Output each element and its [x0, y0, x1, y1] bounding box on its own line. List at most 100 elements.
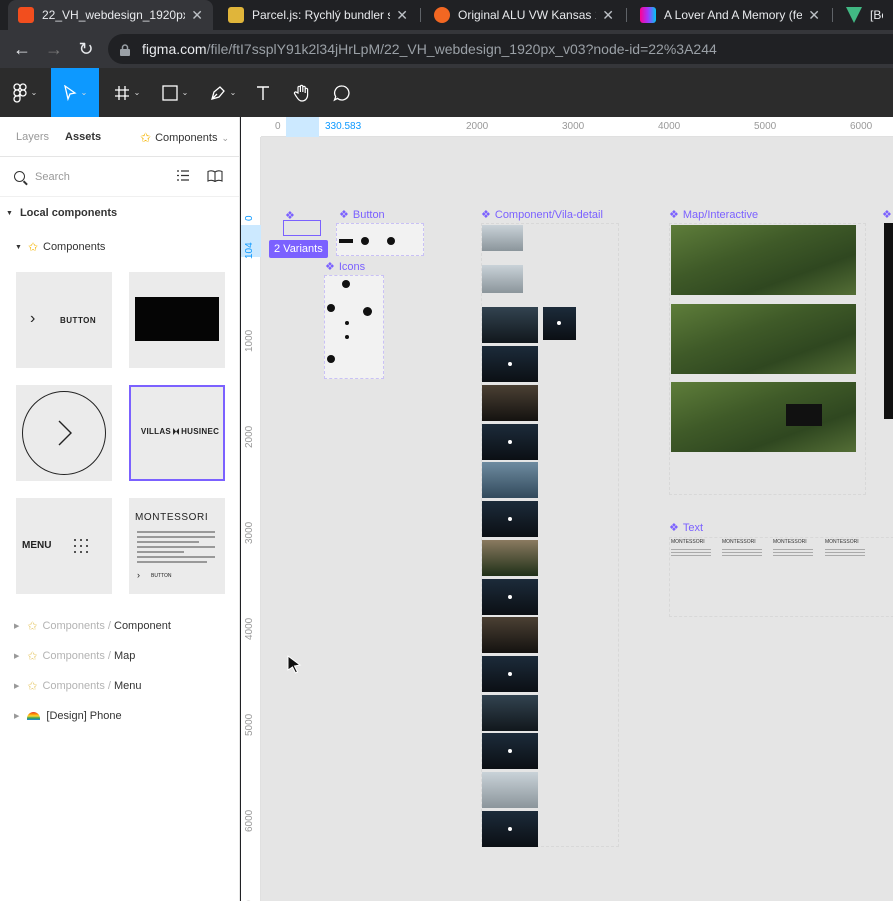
- frame-label-button[interactable]: ❖ Button: [339, 208, 385, 222]
- vila-thumbnail: [482, 225, 523, 251]
- ruler-tick: 4000: [658, 121, 681, 132]
- tools-icon: [228, 7, 244, 23]
- ruler-tick: 330.583: [325, 121, 362, 132]
- move-tool[interactable]: ⌄: [51, 68, 99, 117]
- url-path: /file/ftI7ssplY91k2l34jHrLpM/22_VH_webde…: [206, 41, 717, 57]
- tab-title: A Lover And A Memory (feat: [664, 8, 803, 22]
- browser-tab[interactable]: A Lover And A Memory (feat ✕: [630, 0, 830, 30]
- tab-separator: [832, 8, 833, 22]
- main-menu-button[interactable]: ⌄: [0, 68, 50, 117]
- list-view-icon[interactable]: [177, 170, 189, 181]
- vila-photo: [482, 772, 538, 808]
- tab-title: Parcel.js: Rychlý bundler s nulovou: [252, 8, 390, 22]
- icon-sample: [345, 321, 349, 325]
- ruler-tick: 2000: [244, 425, 255, 448]
- browser-tab[interactable]: 22_VH_webdesign_1920px_v03 ✕: [8, 0, 213, 30]
- selected-button-component[interactable]: [283, 220, 321, 236]
- frame-label-icons[interactable]: ❖ Icons: [325, 260, 365, 274]
- library-book-icon[interactable]: [207, 170, 223, 182]
- shape-tool[interactable]: ⌄: [152, 68, 198, 117]
- map-tooltip: [786, 404, 822, 426]
- chevron-down-icon: ⌄: [229, 88, 237, 97]
- mini-button-preview: [339, 239, 353, 243]
- star-icon: ✩: [140, 130, 152, 145]
- tab-layers[interactable]: Layers: [16, 131, 49, 143]
- play-dot: [508, 749, 512, 753]
- forward-icon[interactable]: →: [42, 38, 66, 60]
- frame-tool[interactable]: ⌄: [104, 68, 150, 117]
- chevron-down-icon: ⌄: [30, 88, 38, 97]
- frame-label-vila-detail[interactable]: ❖ Component/Vila-detail: [481, 208, 603, 222]
- thumb-button-label: BUTTON: [151, 573, 172, 579]
- caret-right-icon: ▶: [14, 623, 20, 630]
- ruler-tick: 2000: [466, 121, 489, 132]
- browser-tab[interactable]: Original ALU VW Kansas 16 ✕: [424, 0, 624, 30]
- text-lines-preview: [137, 531, 215, 563]
- cursor-arrow-icon: [63, 84, 77, 101]
- search-icon: [14, 171, 25, 182]
- tab-assets[interactable]: Assets: [65, 131, 101, 143]
- mini-circle: [387, 237, 395, 245]
- group-prefix: Components /: [42, 650, 111, 662]
- close-icon[interactable]: ✕: [191, 7, 203, 24]
- component-thumb-button[interactable]: › BUTTON: [16, 272, 112, 368]
- close-icon[interactable]: ✕: [602, 7, 614, 24]
- component-thumb-montessori[interactable]: MONTESSORI › BUTTON: [129, 498, 225, 594]
- group-components-menu[interactable]: ▶ ✩ Components / Menu: [0, 671, 240, 701]
- vila-photo: [482, 695, 538, 731]
- group-components-component[interactable]: ▶ ✩ Components / Component: [0, 611, 240, 641]
- group-prefix: Components /: [42, 620, 111, 632]
- component-set-icon: ❖: [882, 209, 892, 221]
- pen-tool[interactable]: ⌄: [200, 68, 246, 117]
- component-thumb-menu[interactable]: MENU: [16, 498, 112, 594]
- browser-tab[interactable]: Parcel.js: Rychlý bundler s nulovou ✕: [218, 0, 418, 30]
- comment-tool[interactable]: [328, 68, 356, 117]
- ruler-tick: 1000: [244, 329, 255, 352]
- vue-icon: [846, 7, 862, 23]
- back-icon[interactable]: ←: [10, 38, 34, 60]
- component-thumb-dark-card[interactable]: [129, 272, 225, 368]
- icon-sample: [345, 335, 349, 339]
- star-icon: ✩: [27, 649, 38, 663]
- vila-photo: [482, 617, 538, 653]
- ruler-tick: 5000: [754, 121, 777, 132]
- star-icon: ✩: [27, 619, 38, 633]
- design-canvas[interactable]: 0 330.583 2000 3000 4000 5000 6000 0 104…: [241, 117, 893, 901]
- library-selector[interactable]: ✩ Components ⌄: [140, 130, 229, 146]
- group-prefix: Components /: [42, 680, 111, 692]
- text-tool[interactable]: [250, 68, 276, 117]
- play-dot: [508, 595, 512, 599]
- text-block: MONTESSORI: [722, 539, 762, 556]
- tab-separator: [626, 8, 627, 22]
- play-dot: [508, 362, 512, 366]
- reload-icon[interactable]: ↻: [74, 38, 98, 60]
- components-group-header[interactable]: ▼ ✩ Components: [0, 229, 239, 265]
- ruler-corner: [241, 117, 261, 137]
- asset-search[interactable]: Search: [0, 157, 239, 197]
- group-design-phone[interactable]: ▶ [Design] Phone: [0, 701, 240, 731]
- group-name: Component: [114, 620, 171, 632]
- library-name: Components: [155, 132, 218, 144]
- tab-separator: [420, 8, 421, 22]
- variants-badge[interactable]: 2 Variants: [269, 240, 328, 258]
- browser-tab[interactable]: [Beta]: [836, 0, 893, 30]
- frame-label-map[interactable]: ❖ Map/Interactive: [669, 208, 758, 222]
- close-icon[interactable]: ✕: [396, 7, 408, 24]
- group-name: [Design] Phone: [46, 710, 122, 722]
- icons-frame[interactable]: [324, 275, 384, 379]
- ruler-tick: 3000: [244, 521, 255, 544]
- close-icon[interactable]: ✕: [808, 7, 820, 24]
- group-title: Components: [43, 241, 106, 253]
- component-thumb-logo[interactable]: VILLAS HUSINEC: [129, 385, 225, 481]
- component-thumb-arrow-circle[interactable]: [16, 385, 112, 481]
- search-input[interactable]: Search: [35, 171, 70, 183]
- figma-logo-icon: [12, 82, 27, 103]
- frame-label-text[interactable]: ❖ Text: [669, 521, 703, 535]
- local-components-header[interactable]: ▼ Local components: [0, 197, 239, 229]
- component-set-icon: ❖: [481, 209, 491, 221]
- thumb-label: BUTTON: [60, 316, 97, 325]
- group-components-map[interactable]: ▶ ✩ Components / Map: [0, 641, 240, 671]
- caret-down-icon: ▼: [6, 209, 13, 217]
- hand-tool[interactable]: [288, 68, 316, 117]
- url-field[interactable]: figma.com /file/ftI7ssplY91k2l34jHrLpM/2…: [108, 34, 893, 64]
